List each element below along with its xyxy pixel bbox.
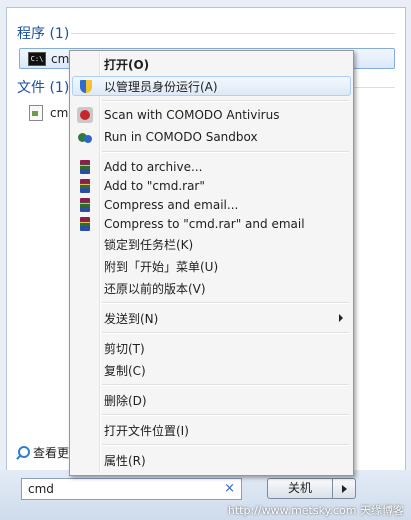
menu-item-pin-taskbar-label: 锁定到任务栏(K) — [104, 237, 194, 252]
menu-item-open[interactable]: 打开(O) — [72, 54, 351, 74]
menu-item-cut-label: 剪切(T) — [104, 341, 145, 356]
menu-item-copy-label: 复制(C) — [104, 363, 146, 378]
programs-section-header: 程序 (1) — [17, 26, 70, 42]
cmd-console-icon: C:\ — [28, 51, 46, 66]
menu-separator — [102, 100, 349, 102]
menu-item-open-location-label: 打开文件位置(I) — [104, 423, 189, 438]
clear-search-icon[interactable]: × — [224, 481, 235, 496]
menu-item-properties-label: 属性(R) — [104, 453, 146, 468]
menu-item-compress-cmd-email[interactable]: Compress to "cmd.rar" and email — [72, 214, 351, 234]
menu-separator — [102, 302, 349, 304]
menu-item-compress-email[interactable]: Compress and email... — [72, 195, 351, 215]
menu-item-compress-cmd-email-label: Compress to "cmd.rar" and email — [104, 217, 305, 231]
menu-item-send-to[interactable]: 发送到(N) — [72, 308, 351, 328]
menu-item-restore-versions-label: 还原以前的版本(V) — [104, 281, 206, 296]
winrar-icon — [77, 197, 93, 213]
winrar-icon — [77, 178, 93, 194]
shutdown-button[interactable]: 关机 — [267, 478, 333, 499]
menu-item-run-sandbox-label: Run in COMODO Sandbox — [104, 130, 258, 144]
menu-separator — [102, 444, 349, 446]
menu-item-run-as-admin-label: 以管理员身份运行(A) — [104, 79, 218, 94]
menu-item-run-sandbox[interactable]: Run in COMODO Sandbox — [72, 127, 351, 147]
menu-item-open-label: 打开(O) — [104, 57, 150, 72]
context-menu: 打开(O) 以管理员身份运行(A) Scan with COMODO Antiv… — [69, 50, 354, 476]
menu-item-cut[interactable]: 剪切(T) — [72, 338, 351, 358]
menu-item-pin-taskbar[interactable]: 锁定到任务栏(K) — [72, 234, 351, 254]
menu-item-scan-comodo[interactable]: Scan with COMODO Antivirus — [72, 105, 351, 125]
magnifier-icon — [15, 445, 30, 460]
menu-item-restore-versions[interactable]: 还原以前的版本(V) — [72, 278, 351, 298]
see-more-label: 查看更 — [33, 446, 70, 460]
menu-separator — [102, 414, 349, 416]
winrar-icon — [77, 216, 93, 232]
menu-item-add-archive[interactable]: Add to archive... — [72, 157, 351, 177]
menu-separator — [102, 151, 349, 153]
search-input[interactable]: cmd × — [21, 478, 242, 500]
menu-item-run-as-admin[interactable]: 以管理员身份运行(A) — [72, 76, 351, 96]
menu-item-send-to-label: 发送到(N) — [104, 311, 159, 326]
menu-item-pin-start[interactable]: 附到「开始」菜单(U) — [72, 256, 351, 276]
menu-item-pin-start-label: 附到「开始」菜单(U) — [104, 259, 219, 274]
menu-item-copy[interactable]: 复制(C) — [72, 360, 351, 380]
comodo-sandbox-icon — [77, 129, 93, 145]
menu-item-open-location[interactable]: 打开文件位置(I) — [72, 420, 351, 440]
menu-item-properties[interactable]: 属性(R) — [72, 450, 351, 470]
submenu-arrow-icon — [339, 314, 343, 322]
watermark-text: http://www.metsky.com 天缘博客 — [227, 504, 404, 517]
file-icon — [29, 104, 43, 121]
files-section-header: 文件 (1) — [17, 80, 70, 96]
menu-item-add-archive-label: Add to archive... — [104, 160, 203, 174]
comodo-scan-icon — [77, 107, 93, 123]
search-input-value: cmd — [28, 482, 54, 496]
winrar-icon — [77, 159, 93, 175]
shutdown-options-arrow-icon[interactable] — [333, 478, 356, 499]
see-more-results-link[interactable]: 查看更 — [15, 444, 69, 461]
menu-separator — [102, 384, 349, 386]
menu-separator — [102, 332, 349, 334]
menu-item-scan-comodo-label: Scan with COMODO Antivirus — [104, 108, 280, 122]
uac-shield-icon — [78, 79, 94, 95]
menu-item-delete-label: 删除(D) — [104, 393, 147, 408]
menu-item-add-cmd-rar[interactable]: Add to "cmd.rar" — [72, 176, 351, 196]
menu-item-add-cmd-rar-label: Add to "cmd.rar" — [104, 179, 205, 193]
menu-item-compress-email-label: Compress and email... — [104, 198, 239, 212]
menu-item-delete[interactable]: 删除(D) — [72, 390, 351, 410]
programs-section-divider — [71, 33, 395, 34]
